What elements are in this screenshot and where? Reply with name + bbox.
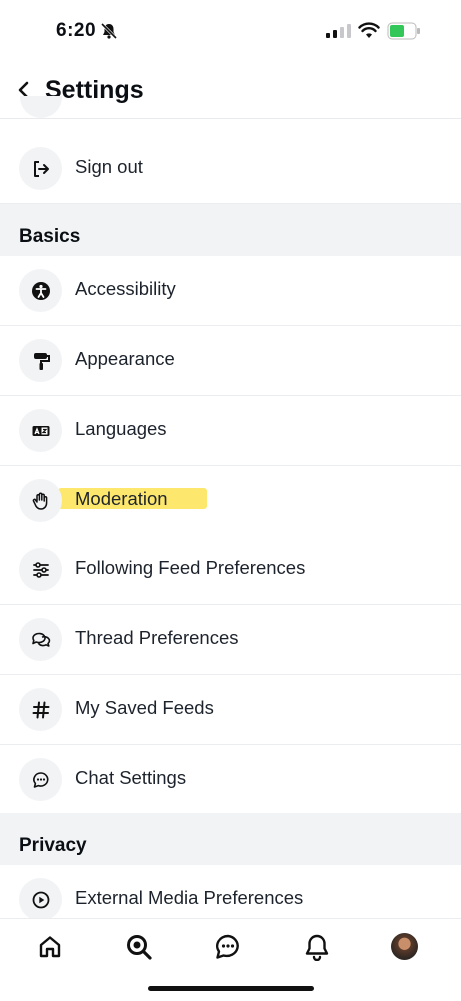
accessibility-label: Accessibility	[75, 278, 176, 299]
chat-settings-label: Chat Settings	[75, 767, 187, 788]
appearance-label: Appearance	[75, 348, 175, 369]
profile-avatar[interactable]	[391, 933, 418, 960]
following-feed-row[interactable]: Following Feed Preferences	[0, 535, 461, 605]
settings-header: Settings	[0, 62, 461, 119]
section-privacy-title: Privacy	[19, 835, 87, 856]
section-basics-title: Basics	[19, 226, 81, 247]
paint-roller-icon	[19, 339, 62, 382]
play-circle-icon	[19, 878, 62, 921]
hashtag-icon	[19, 688, 62, 731]
sign-out-icon	[19, 147, 62, 190]
home-indicator	[148, 986, 314, 991]
bell-icon[interactable]	[302, 932, 332, 962]
languages-row[interactable]: Languages	[0, 396, 461, 466]
chat-icon[interactable]	[213, 932, 243, 962]
languages-label: Languages	[75, 418, 167, 439]
section-basics: Basics	[0, 204, 461, 256]
accessibility-icon	[19, 269, 62, 312]
moderation-row[interactable]: Moderation	[0, 466, 461, 536]
sliders-icon	[19, 548, 62, 591]
search-icon[interactable]	[124, 932, 154, 962]
thread-preferences-label: Thread Preferences	[75, 627, 239, 648]
external-media-label: External Media Preferences	[75, 887, 304, 908]
bubbles-icon	[19, 618, 62, 661]
sign-out-label: Sign out	[75, 156, 143, 177]
moderation-label: Moderation	[75, 488, 168, 509]
silent-bell-icon	[100, 22, 118, 40]
following-feed-label: Following Feed Preferences	[75, 557, 306, 578]
chat-bubble-icon	[19, 758, 62, 801]
translate-icon	[19, 409, 62, 452]
saved-feeds-row[interactable]: My Saved Feeds	[0, 675, 461, 745]
status-bar: 6:20	[0, 0, 461, 62]
hand-icon	[19, 479, 62, 522]
accessibility-row[interactable]: Accessibility	[0, 256, 461, 326]
chat-settings-row[interactable]: Chat Settings	[0, 745, 461, 815]
battery-icon	[387, 22, 420, 40]
signal-icon	[326, 24, 351, 38]
saved-feeds-label: My Saved Feeds	[75, 697, 214, 718]
home-icon[interactable]	[35, 932, 65, 962]
sign-out-row[interactable]: Sign out	[0, 134, 461, 204]
section-privacy: Privacy	[0, 813, 461, 865]
status-time: 6:20	[56, 20, 97, 41]
appearance-row[interactable]: Appearance	[0, 326, 461, 396]
thread-preferences-row[interactable]: Thread Preferences	[0, 605, 461, 675]
wifi-icon	[358, 22, 380, 38]
